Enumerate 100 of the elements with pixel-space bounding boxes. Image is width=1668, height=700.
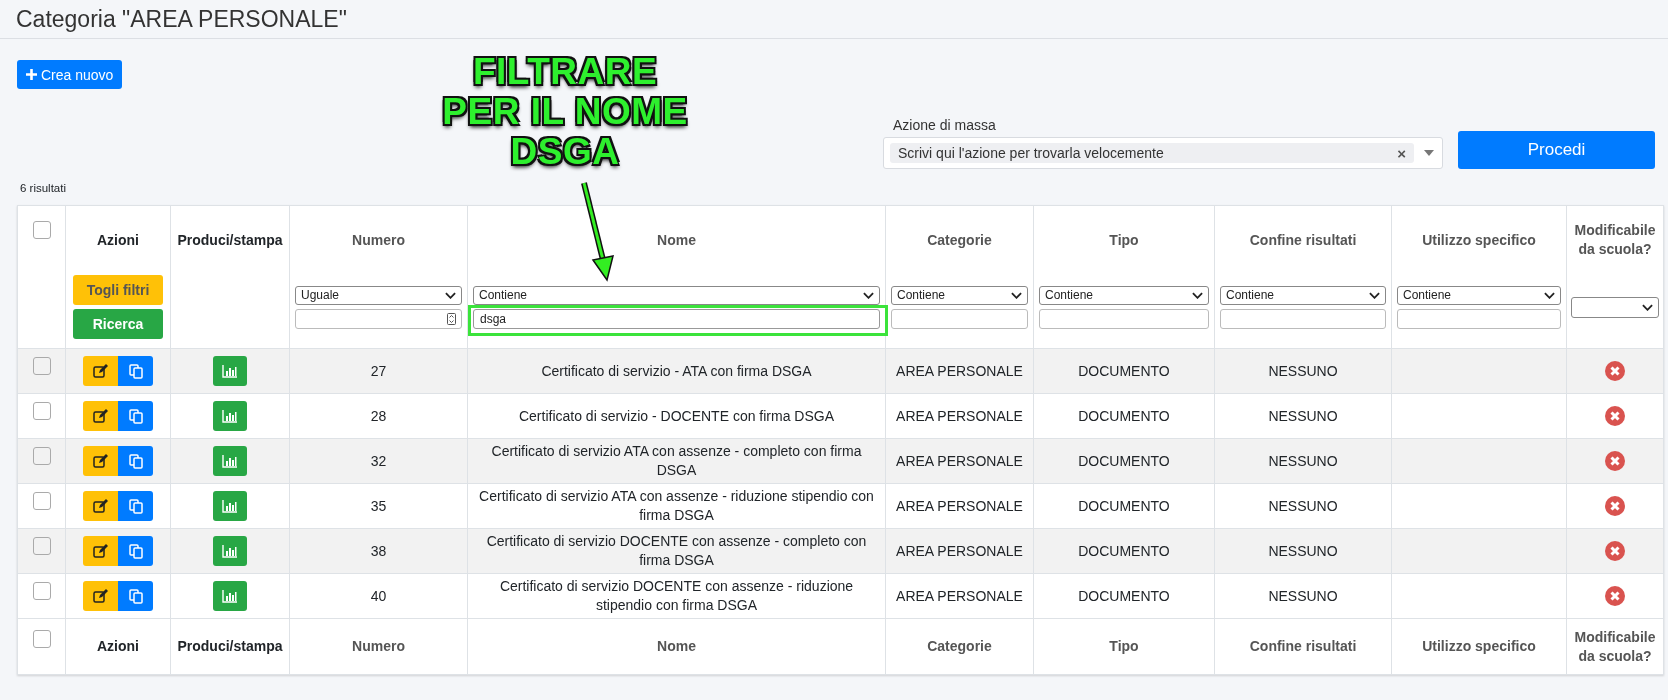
checkbox[interactable] <box>32 630 51 649</box>
annotation-text: FILTRARE PER IL NOME DSGA <box>441 52 689 172</box>
clear-filters-button[interactable]: Togli filtri <box>73 275 163 305</box>
bar-chart-icon <box>222 544 238 558</box>
caret-icon <box>1424 150 1434 156</box>
checkbox[interactable] <box>32 357 51 376</box>
column-footer: Numero <box>352 638 405 654</box>
filter-select[interactable]: Contiene <box>473 285 880 305</box>
result-scope-cell: NESSUNO <box>1268 407 1338 424</box>
column-footer: Modificabile da scuola? <box>1574 628 1656 664</box>
result-scope-cell: NESSUNO <box>1268 362 1338 379</box>
name-cell: Certificato di servizio DOCENTE con assenze - riduzione stipendio con firma DSGA <box>499 578 854 613</box>
number-cell: 38 <box>370 542 387 559</box>
plus-icon <box>26 69 37 80</box>
result-scope-cell: NESSUNO <box>1268 542 1338 559</box>
caret-icon <box>1642 303 1653 311</box>
category-cell: AREA PERSONALE <box>896 452 1023 469</box>
column-header[interactable]: Numero <box>352 230 405 250</box>
filter-select[interactable] <box>1571 296 1659 318</box>
bar-chart-icon <box>222 409 238 423</box>
column-footer: Categorie <box>927 638 992 654</box>
column-footer: Confine risultati <box>1249 638 1357 654</box>
caret-icon <box>1544 291 1555 299</box>
result-scope-cell: NESSUNO <box>1268 497 1338 514</box>
copy-icon <box>128 408 143 424</box>
print-button[interactable] <box>213 446 247 476</box>
filter-input[interactable] <box>1397 308 1561 329</box>
bar-chart-icon <box>222 364 238 378</box>
print-button[interactable] <box>213 356 247 386</box>
column-header[interactable]: Tipo <box>1109 230 1139 250</box>
proceed-button[interactable]: Procedi <box>1458 131 1655 169</box>
copy-icon <box>128 543 143 559</box>
checkbox[interactable] <box>32 447 51 466</box>
bar-chart-icon <box>222 454 238 468</box>
filter-input[interactable] <box>1039 308 1209 329</box>
edit-icon <box>93 544 108 558</box>
caret-icon <box>1369 291 1380 299</box>
checkbox[interactable] <box>32 221 51 240</box>
print-button[interactable] <box>213 401 247 431</box>
type-cell: DOCUMENTO <box>1078 497 1170 514</box>
copy-icon <box>128 453 143 469</box>
checkbox[interactable] <box>32 582 51 601</box>
filter-input[interactable]: dsga <box>473 308 880 329</box>
column-footer: Nome <box>657 638 696 654</box>
filter-select[interactable]: Contiene <box>1220 285 1386 305</box>
column-footer: Tipo <box>1109 638 1139 654</box>
type-cell: DOCUMENTO <box>1078 452 1170 469</box>
print-button[interactable] <box>213 581 247 611</box>
filter-select[interactable]: Contiene <box>891 285 1028 305</box>
action-select[interactable]: Scrivi qui l'azione per trovarla velocemente × <box>883 137 1443 169</box>
filter-input[interactable] <box>1220 308 1386 329</box>
name-cell: Certificato di servizio - ATA con firma DSGA <box>541 362 812 379</box>
clear-button[interactable]: × <box>1397 144 1406 162</box>
spinner-icon <box>447 312 456 325</box>
column-header[interactable]: Categorie <box>927 230 992 250</box>
number-cell: 35 <box>370 497 387 514</box>
checkbox[interactable] <box>32 402 51 421</box>
name-cell: Certificato di servizio DOCENTE con assenze - completo con firma DSGA <box>486 533 867 568</box>
name-cell: Certificato di servizio ATA con assenze - riduzione stipendio con firma DSGA <box>479 488 874 523</box>
page-title: Categoria "AREA PERSONALE" <box>0 0 1668 39</box>
bar-chart-icon <box>222 589 238 603</box>
filter-select[interactable]: Contiene <box>1397 285 1561 305</box>
filter-select[interactable]: Contiene <box>1039 285 1209 305</box>
column-header[interactable]: Confine risultati <box>1249 230 1357 250</box>
number-cell: 28 <box>370 407 387 424</box>
category-cell: AREA PERSONALE <box>896 362 1023 379</box>
edit-button[interactable] <box>83 491 118 521</box>
type-cell: DOCUMENTO <box>1078 407 1170 424</box>
number-cell: 40 <box>370 587 387 604</box>
category-cell: AREA PERSONALE <box>896 497 1023 514</box>
column-header[interactable]: Utilizzo specifico <box>1422 230 1536 250</box>
edit-button[interactable] <box>83 581 118 611</box>
result-scope-cell: NESSUNO <box>1268 452 1338 469</box>
checkbox[interactable] <box>32 537 51 556</box>
edit-icon <box>93 409 108 423</box>
filter-input[interactable] <box>295 308 462 329</box>
bar-chart-icon <box>222 499 238 513</box>
filter-select[interactable]: Uguale <box>295 285 462 305</box>
checkbox[interactable] <box>32 492 51 511</box>
copy-icon <box>128 498 143 514</box>
type-cell: DOCUMENTO <box>1078 587 1170 604</box>
edit-button[interactable] <box>83 401 118 431</box>
name-cell: Certificato di servizio - DOCENTE con firma DSGA <box>518 407 835 424</box>
print-button[interactable] <box>213 536 247 566</box>
edit-icon <box>93 589 108 603</box>
edit-button[interactable] <box>83 446 118 476</box>
edit-icon <box>93 364 108 378</box>
copy-icon <box>128 363 143 379</box>
create-new-button[interactable]: Crea nuovo <box>17 60 123 89</box>
edit-icon <box>93 499 108 513</box>
caret-icon <box>445 291 456 299</box>
filter-input[interactable] <box>891 308 1028 329</box>
edit-button[interactable] <box>83 356 118 386</box>
caret-icon <box>863 291 874 299</box>
print-button[interactable] <box>213 491 247 521</box>
edit-button[interactable] <box>83 536 118 566</box>
type-cell: DOCUMENTO <box>1078 362 1170 379</box>
edit-icon <box>93 454 108 468</box>
column-header[interactable]: Nome <box>657 230 696 250</box>
number-cell: 32 <box>370 452 387 469</box>
